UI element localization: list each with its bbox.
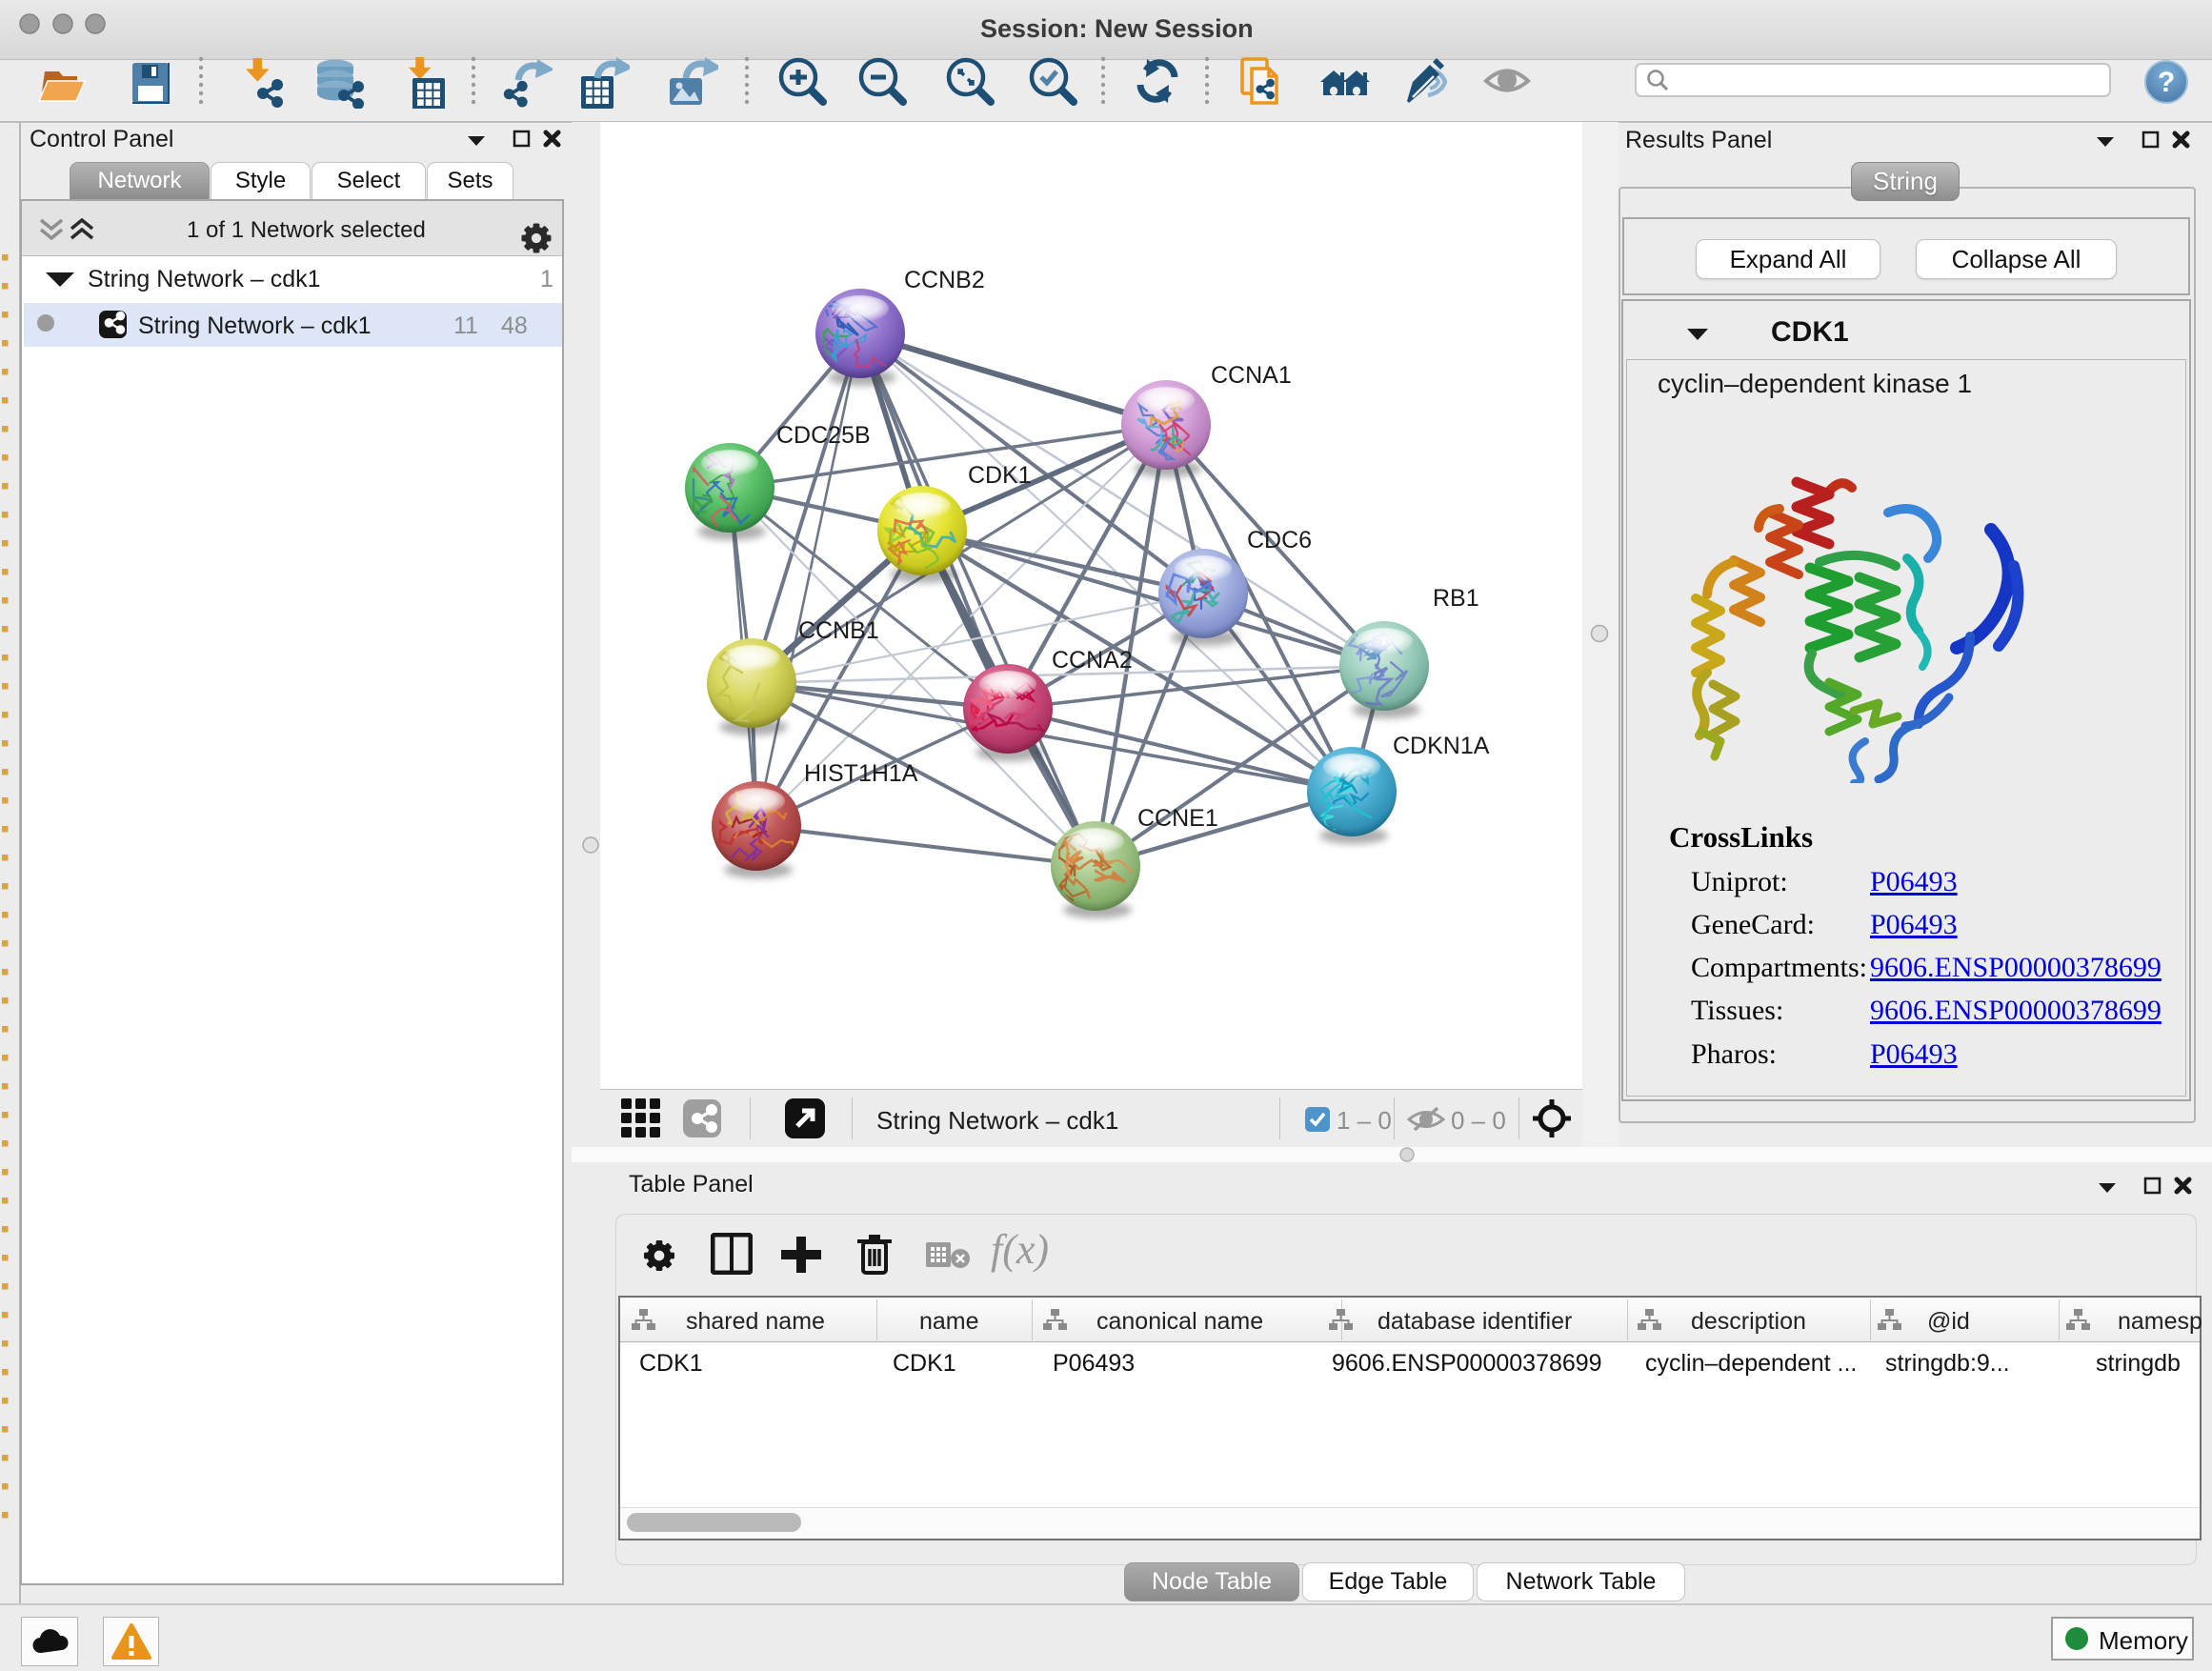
svg-text:?: ? xyxy=(2158,67,2175,98)
svg-text:CCNA1: CCNA1 xyxy=(1211,362,1292,389)
svg-text:RB1: RB1 xyxy=(1433,585,1479,612)
svg-text:CCNA2: CCNA2 xyxy=(1052,647,1133,674)
svg-text:CCNB1: CCNB1 xyxy=(798,617,879,644)
svg-text:CDKN1A: CDKN1A xyxy=(1393,733,1490,759)
svg-text:CDC6: CDC6 xyxy=(1247,527,1312,554)
svg-text:CDC25B: CDC25B xyxy=(776,422,871,449)
svg-text:HIST1H1A: HIST1H1A xyxy=(804,760,918,787)
svg-text:CCNB2: CCNB2 xyxy=(904,267,985,293)
svg-text:CDK1: CDK1 xyxy=(968,462,1032,489)
svg-text:CCNE1: CCNE1 xyxy=(1137,805,1218,832)
